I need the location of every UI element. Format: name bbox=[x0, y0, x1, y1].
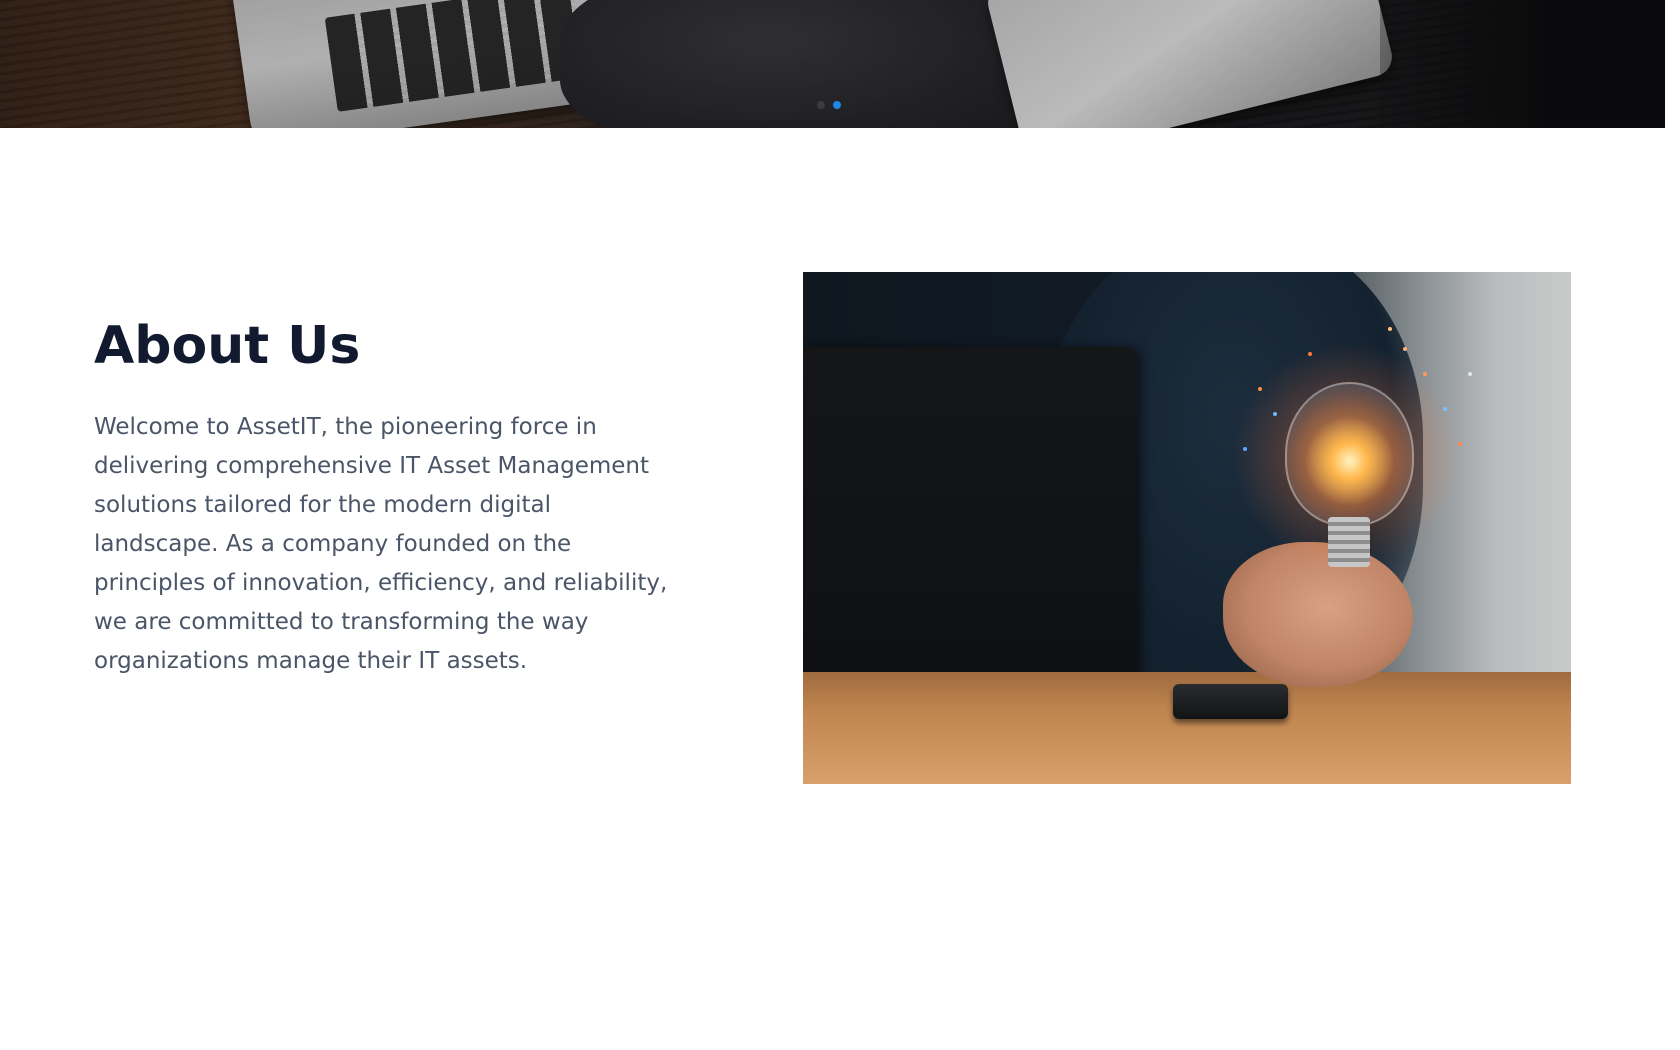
hero-banner bbox=[0, 0, 1665, 128]
bulb-base bbox=[1328, 517, 1370, 567]
carousel-dot-1[interactable] bbox=[817, 101, 825, 109]
sparkle bbox=[1273, 412, 1277, 416]
sparkle bbox=[1243, 447, 1247, 451]
carousel-dot-2[interactable] bbox=[833, 101, 841, 109]
sparkle bbox=[1308, 352, 1312, 356]
sparkle bbox=[1258, 387, 1262, 391]
about-description: Welcome to AssetIT, the pioneering force… bbox=[94, 414, 668, 674]
sparkle bbox=[1403, 347, 1407, 351]
sparkle bbox=[1388, 327, 1392, 331]
sparkle bbox=[1423, 372, 1427, 376]
sparkle bbox=[1458, 442, 1462, 446]
sparkle bbox=[1443, 407, 1447, 411]
laptop-shape bbox=[803, 347, 1138, 727]
carousel-indicators bbox=[817, 101, 841, 109]
about-title: About Us bbox=[94, 316, 361, 376]
page: About Us Welcome to AssetIT, the pioneer… bbox=[0, 0, 1680, 1050]
sparkle bbox=[1468, 372, 1472, 376]
lightbulb-icon bbox=[1285, 382, 1414, 526]
about-image bbox=[803, 272, 1571, 784]
phone-shape bbox=[1173, 684, 1288, 719]
